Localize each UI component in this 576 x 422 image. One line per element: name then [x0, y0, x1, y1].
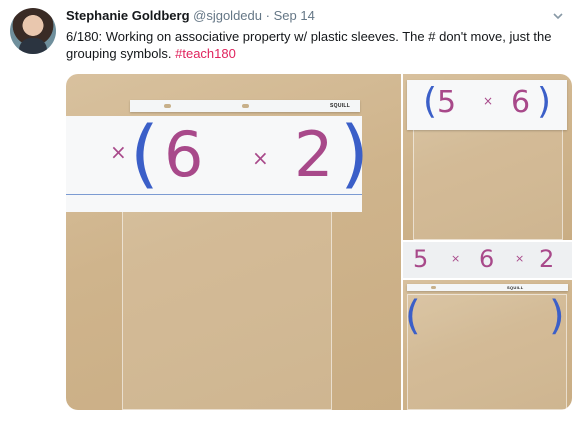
paper-rule	[66, 194, 362, 195]
tweet-text: 6/180: Working on associative property w…	[66, 28, 556, 62]
sleeve-binding-strip: SQUILL	[407, 284, 568, 291]
photo-middle-right[interactable]: 5 × 6 × 2	[403, 242, 572, 278]
tweet-header: Stephanie Goldberg @sjgoldedu · Sep 14	[66, 8, 315, 24]
times-sign: ×	[252, 146, 269, 170]
punch-hole	[242, 104, 249, 108]
photo-main[interactable]: SQUILL × ( 6 × 2 )	[66, 74, 401, 410]
number-2: 2	[294, 118, 334, 191]
number-5: 5	[437, 85, 457, 120]
brand-label: SQUILL	[507, 285, 524, 290]
tweet-body: 6/180: Working on associative property w…	[66, 29, 552, 61]
photo-bottom-right[interactable]: SQUILL ( )	[403, 280, 572, 410]
paren-open: (	[130, 111, 159, 197]
number-6: 6	[479, 245, 495, 273]
paren-close: )	[549, 293, 565, 339]
photo-top-right[interactable]: ( 5 × 6 )	[403, 74, 572, 240]
plastic-sleeve	[413, 114, 563, 240]
author-name[interactable]: Stephanie Goldberg	[66, 8, 190, 23]
times-sign: ×	[515, 252, 525, 265]
paren-close: )	[340, 111, 369, 197]
tweet-date[interactable]: Sep 14	[274, 8, 315, 23]
paren-open: (	[405, 293, 421, 339]
times-sign: ×	[451, 252, 461, 265]
brand-label: SQUILL	[330, 103, 351, 109]
plastic-sleeve	[407, 294, 567, 410]
paren-open: (	[423, 81, 438, 122]
avatar[interactable]	[10, 8, 56, 54]
punch-hole	[164, 104, 171, 108]
tweet-media[interactable]: SQUILL × ( 6 × 2 ) ( 5 × 6 ) 5 × 6 × 2 S…	[66, 74, 572, 410]
number-6: 6	[164, 118, 204, 191]
paren-close: )	[537, 81, 552, 122]
chevron-down-icon[interactable]	[552, 10, 564, 22]
tweet[interactable]: Stephanie Goldberg @sjgoldedu · Sep 14 6…	[0, 0, 576, 422]
plastic-sleeve	[122, 194, 332, 410]
punch-hole	[431, 286, 436, 289]
left-times-sign: ×	[110, 140, 127, 164]
times-sign: ×	[483, 94, 494, 108]
author-handle[interactable]: @sjgoldedu	[193, 8, 262, 23]
sleeve-binding-strip: SQUILL	[130, 100, 360, 112]
hashtag-link[interactable]: #teach180	[175, 46, 236, 61]
number-6: 6	[511, 85, 531, 120]
number-2: 2	[539, 245, 555, 273]
number-5: 5	[413, 245, 429, 273]
separator: ·	[265, 8, 270, 23]
